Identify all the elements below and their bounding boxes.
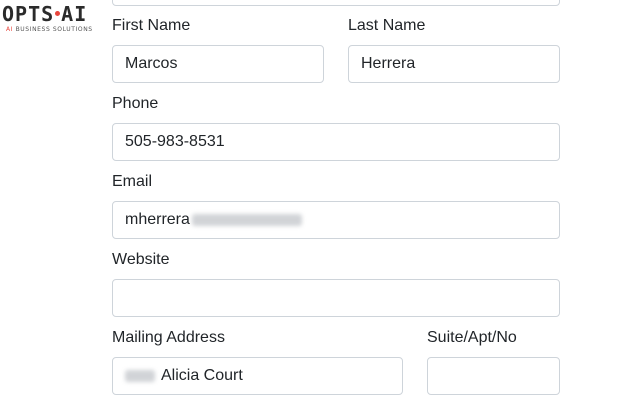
phone-value: 505-983-8531 [125,133,225,150]
last-name-label: Last Name [348,17,426,34]
email-input[interactable]: mherrera [112,201,560,239]
phone-input[interactable]: 505-983-8531 [112,123,560,161]
company-logo: OPTS AI AI BUSINESS SOLUTIONS [2,2,108,34]
website-label: Website [112,251,170,268]
website-input[interactable] [112,279,560,317]
redacted-street-number [125,370,155,382]
mailing-address-input[interactable]: Alicia Court [112,357,403,395]
email-value: mherrera [125,211,190,228]
first-name-value: Marcos [125,55,178,72]
phone-label: Phone [112,95,159,112]
mailing-address-value: Alicia Court [161,367,243,384]
first-name-input[interactable]: Marcos [112,45,324,83]
last-name-input[interactable]: Herrera [348,45,560,83]
previous-field-input[interactable] [112,0,560,6]
mailing-address-label: Mailing Address [112,329,225,346]
suite-input[interactable] [427,357,560,395]
email-label: Email [112,173,153,190]
logo-dot-icon [55,11,61,16]
first-name-label: First Name [112,17,191,34]
suite-label: Suite/Apt/No [427,329,517,346]
last-name-value: Herrera [361,55,416,72]
logo-wordmark: OPTS AI [2,2,88,26]
redacted-email-domain [191,214,302,226]
logo-tagline: AI BUSINESS SOLUTIONS [6,26,93,33]
